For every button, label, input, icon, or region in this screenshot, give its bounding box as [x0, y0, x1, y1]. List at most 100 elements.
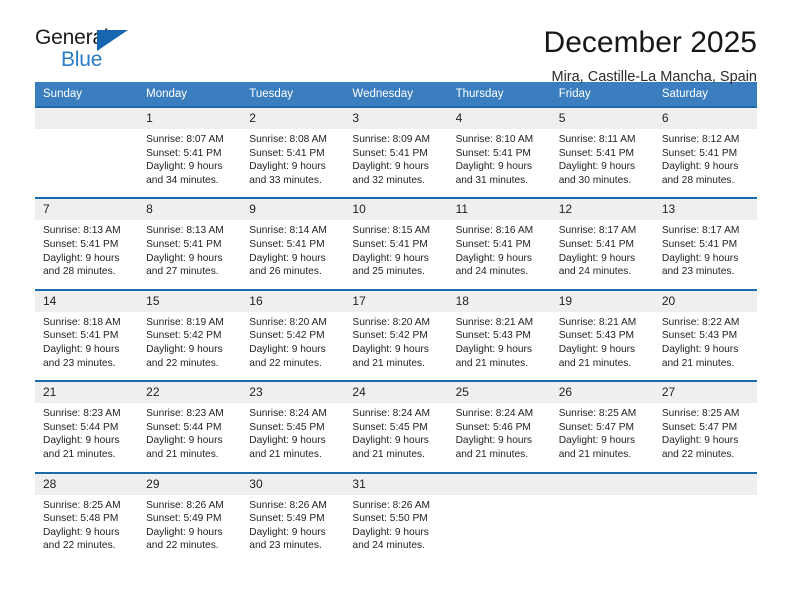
day-number[interactable]: 8	[138, 198, 242, 221]
day-cell[interactable]: Sunrise: 8:21 AM Sunset: 5:43 PM Daylight:…	[550, 311, 654, 382]
day-cell[interactable]: Sunrise: 8:13 AM Sunset: 5:41 PM Daylight:…	[138, 220, 242, 290]
day-number[interactable]: 29	[138, 472, 242, 495]
day-number[interactable]: 6	[653, 107, 757, 129]
day-number[interactable]: 16	[241, 289, 345, 312]
week-daynumber-row: 7 8 9 10 11 12 13	[35, 198, 757, 221]
day-number[interactable]: 13	[653, 198, 757, 221]
day-cell[interactable]: Sunrise: 8:24 AM Sunset: 5:46 PM Daylight:…	[447, 403, 551, 473]
day-number[interactable]: 21	[35, 381, 139, 404]
day-cell[interactable]: Sunrise: 8:26 AM Sunset: 5:49 PM Daylight:…	[138, 494, 242, 563]
daylight-text: Daylight: 9 hours and 22 minutes.	[146, 343, 223, 369]
sunset-text: Sunset: 5:44 PM	[43, 421, 119, 433]
sunrise-text: Sunrise: 8:26 AM	[249, 499, 327, 511]
day-number[interactable]: 18	[447, 289, 551, 312]
sunset-text: Sunset: 5:41 PM	[455, 147, 531, 159]
day-cell[interactable]: Sunrise: 8:10 AM Sunset: 5:41 PM Daylight:…	[447, 129, 551, 199]
day-cell[interactable]: Sunrise: 8:15 AM Sunset: 5:41 PM Daylight:…	[344, 220, 448, 290]
day-cell[interactable]: Sunrise: 8:16 AM Sunset: 5:41 PM Daylight:…	[447, 220, 551, 290]
day-number[interactable]: 25	[447, 381, 551, 404]
day-cell[interactable]: Sunrise: 8:07 AM Sunset: 5:41 PM Daylight:…	[138, 129, 242, 199]
daylight-text: Daylight: 9 hours and 21 minutes.	[352, 435, 429, 460]
day-number[interactable]: 27	[653, 381, 757, 404]
day-number[interactable]: 12	[550, 198, 654, 221]
day-number[interactable]: 11	[447, 198, 551, 221]
day-number-empty	[447, 472, 551, 495]
sunrise-text: Sunrise: 8:07 AM	[146, 134, 224, 145]
daylight-text: Daylight: 9 hours and 21 minutes.	[43, 435, 120, 460]
day-cell[interactable]: Sunrise: 8:14 AM Sunset: 5:41 PM Daylight:…	[241, 220, 345, 290]
day-cell[interactable]: Sunrise: 8:09 AM Sunset: 5:41 PM Daylight:…	[344, 129, 448, 199]
sunrise-text: Sunrise: 8:22 AM	[661, 316, 740, 328]
day-cell[interactable]: Sunrise: 8:22 AM Sunset: 5:43 PM Daylight:…	[653, 311, 757, 382]
day-cell[interactable]: Sunrise: 8:25 AM Sunset: 5:47 PM Daylight:…	[653, 403, 757, 473]
day-number[interactable]: 14	[35, 289, 139, 312]
daylight-text: Daylight: 9 hours and 22 minutes.	[661, 435, 739, 460]
location-subtitle: Mira, Castille-La Mancha, Spain	[551, 69, 757, 85]
day-cell[interactable]: Sunrise: 8:24 AM Sunset: 5:45 PM Daylight:…	[241, 403, 345, 473]
day-cell[interactable]: Sunrise: 8:21 AM Sunset: 5:43 PM Daylight:…	[447, 311, 551, 382]
day-cell-empty	[447, 494, 551, 563]
daylight-text: Daylight: 9 hours and 21 minutes.	[558, 435, 636, 460]
week-detail-row: Sunrise: 8:18 AM Sunset: 5:41 PM Daylight:…	[35, 311, 757, 382]
day-cell[interactable]: Sunrise: 8:08 AM Sunset: 5:41 PM Daylight:…	[241, 129, 345, 199]
day-cell[interactable]: Sunrise: 8:25 AM Sunset: 5:47 PM Daylight:…	[550, 403, 654, 473]
day-number[interactable]: 31	[344, 472, 448, 495]
sunrise-text: Sunrise: 8:15 AM	[352, 225, 431, 237]
sunrise-text: Sunrise: 8:21 AM	[558, 316, 637, 328]
day-number[interactable]: 23	[241, 381, 345, 404]
sunrise-text: Sunrise: 8:12 AM	[661, 134, 740, 145]
sunset-text: Sunset: 5:49 PM	[249, 513, 325, 525]
sunrise-text: Sunrise: 8:11 AM	[558, 134, 636, 145]
day-cell[interactable]: Sunrise: 8:18 AM Sunset: 5:41 PM Daylight:…	[35, 311, 139, 382]
day-number[interactable]: 1	[138, 107, 242, 129]
day-cell[interactable]: Sunrise: 8:20 AM Sunset: 5:42 PM Daylight:…	[344, 311, 448, 382]
sunrise-text: Sunrise: 8:26 AM	[146, 499, 224, 511]
day-number[interactable]: 24	[344, 381, 448, 404]
logo-text-blue: Blue	[61, 48, 103, 71]
sunrise-text: Sunrise: 8:17 AM	[558, 225, 637, 237]
sunrise-text: Sunrise: 8:13 AM	[146, 225, 224, 237]
day-cell[interactable]: Sunrise: 8:23 AM Sunset: 5:44 PM Daylight:…	[35, 403, 139, 473]
day-number[interactable]: 17	[344, 289, 448, 312]
day-number[interactable]: 9	[241, 198, 345, 221]
daylight-text: Daylight: 9 hours and 21 minutes.	[352, 343, 429, 369]
general-blue-logo[interactable]: General Blue	[35, 26, 145, 78]
day-number[interactable]: 15	[138, 289, 242, 312]
daylight-text: Daylight: 9 hours and 28 minutes.	[43, 252, 120, 278]
day-number[interactable]: 19	[550, 289, 654, 312]
day-cell[interactable]: Sunrise: 8:20 AM Sunset: 5:42 PM Daylight:…	[241, 311, 345, 382]
day-number[interactable]: 22	[138, 381, 242, 404]
day-number[interactable]: 3	[344, 107, 448, 129]
daylight-text: Daylight: 9 hours and 23 minutes.	[249, 526, 326, 552]
daylight-text: Daylight: 9 hours and 23 minutes.	[43, 343, 120, 369]
sunrise-text: Sunrise: 8:14 AM	[249, 225, 327, 237]
day-number[interactable]: 20	[653, 289, 757, 312]
daylight-text: Daylight: 9 hours and 34 minutes.	[146, 161, 223, 186]
day-number[interactable]: 2	[241, 107, 345, 129]
day-cell[interactable]: Sunrise: 8:17 AM Sunset: 5:41 PM Daylight:…	[550, 220, 654, 290]
day-number[interactable]: 26	[550, 381, 654, 404]
day-cell[interactable]: Sunrise: 8:11 AM Sunset: 5:41 PM Daylight:…	[550, 129, 654, 199]
day-cell[interactable]: Sunrise: 8:13 AM Sunset: 5:41 PM Daylight:…	[35, 220, 139, 290]
day-number[interactable]: 28	[35, 472, 139, 495]
day-cell[interactable]: Sunrise: 8:12 AM Sunset: 5:41 PM Daylight:…	[653, 129, 757, 199]
day-number[interactable]: 30	[241, 472, 345, 495]
day-cell[interactable]: Sunrise: 8:25 AM Sunset: 5:48 PM Daylight:…	[35, 494, 139, 563]
day-cell[interactable]: Sunrise: 8:26 AM Sunset: 5:49 PM Daylight:…	[241, 494, 345, 563]
day-number[interactable]: 10	[344, 198, 448, 221]
day-number[interactable]: 5	[550, 107, 654, 129]
sunrise-text: Sunrise: 8:23 AM	[43, 408, 121, 420]
day-cell[interactable]: Sunrise: 8:24 AM Sunset: 5:45 PM Daylight:…	[344, 403, 448, 473]
day-cell[interactable]: Sunrise: 8:26 AM Sunset: 5:50 PM Daylight:…	[344, 494, 448, 563]
day-number[interactable]: 4	[447, 107, 551, 129]
day-number-empty	[653, 472, 757, 495]
day-cell[interactable]: Sunrise: 8:23 AM Sunset: 5:44 PM Daylight:…	[138, 403, 242, 473]
daylight-text: Daylight: 9 hours and 27 minutes.	[146, 252, 223, 278]
day-cell-empty	[653, 494, 757, 563]
day-number[interactable]: 7	[35, 198, 139, 221]
sunrise-text: Sunrise: 8:23 AM	[146, 408, 224, 420]
day-cell[interactable]: Sunrise: 8:19 AM Sunset: 5:42 PM Daylight:…	[138, 311, 242, 382]
calendar-body: 1 2 3 4 5 6 Sunrise: 8:07 AM Sunset: 5:41 PM Day…	[35, 107, 757, 563]
day-cell[interactable]: Sunrise: 8:17 AM Sunset: 5:41 PM Daylight:…	[653, 220, 757, 290]
sunset-text: Sunset: 5:41 PM	[43, 330, 119, 342]
